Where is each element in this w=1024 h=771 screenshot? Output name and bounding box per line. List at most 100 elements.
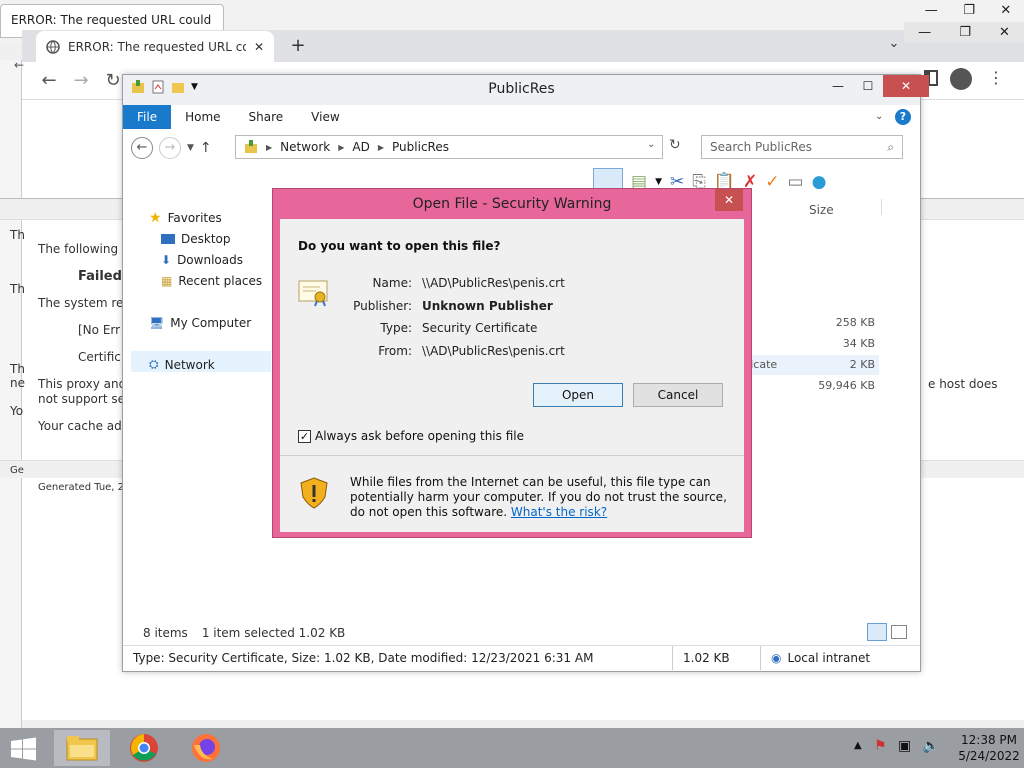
page-footer-text: Generated Tue, 24 xyxy=(38,482,131,493)
details-bar: Type: Security Certificate, Size: 1.02 K… xyxy=(123,645,920,670)
restore-icon[interactable]: ❐ xyxy=(963,3,975,18)
minimize-icon[interactable]: — xyxy=(823,75,853,97)
explorer-titlebar: PublicRes ▼ — ☐ ✕ xyxy=(123,75,929,105)
minimize-icon[interactable]: — xyxy=(918,25,931,40)
details-text: Type: Security Certificate, Size: 1.02 K… xyxy=(123,645,673,670)
globe-icon[interactable]: ● xyxy=(812,172,827,192)
show-hidden-icons-icon[interactable]: ▲ xyxy=(854,740,862,751)
tab-title: ERROR: The requested URL could xyxy=(68,39,246,54)
download-folder-icon: ⬇ xyxy=(161,252,172,267)
details-view-icon[interactable] xyxy=(867,623,887,641)
help-icon[interactable]: ? xyxy=(895,109,911,125)
dialog-question: Do you want to open this file? xyxy=(298,239,501,253)
windows-logo-icon xyxy=(11,737,36,761)
taskbar-file-explorer[interactable] xyxy=(54,730,110,766)
nav-favorites[interactable]: ★ Favorites xyxy=(149,207,222,228)
nav-desktop[interactable]: Desktop xyxy=(161,228,231,249)
maximize-icon[interactable]: ☐ xyxy=(853,75,883,97)
breadcrumb-network[interactable]: Network xyxy=(280,140,330,154)
forward-icon[interactable]: → xyxy=(159,137,181,159)
whats-the-risk-link[interactable]: What's the risk? xyxy=(511,505,607,519)
minimize-icon[interactable]: — xyxy=(925,3,938,18)
dialog-title: Open File - Security Warning xyxy=(412,196,612,212)
file-size: 34 KB xyxy=(842,337,875,350)
tab-search-chevron-icon[interactable]: ⌄ xyxy=(884,36,904,56)
system-tray: ▲ ⚑ ▣ 🔈 12:38 PM 5/24/2022 xyxy=(848,728,1024,768)
action-center-flag-icon[interactable]: ⚑ xyxy=(874,738,887,754)
tab-view[interactable]: View xyxy=(297,105,353,129)
chrome-icon xyxy=(130,734,158,762)
breadcrumb-publicres[interactable]: PublicRes xyxy=(392,140,449,154)
file-size: 2 KB xyxy=(849,358,875,371)
taskbar-firefox[interactable] xyxy=(178,730,234,766)
page-text: e host does xyxy=(928,377,998,391)
qat-dropdown-icon[interactable]: ▼ xyxy=(191,82,198,92)
computer-icon: 🖥 xyxy=(149,315,165,330)
dialog-separator xyxy=(280,455,744,456)
address-bar[interactable]: ▶ Network ▶ AD ▶ PublicRes xyxy=(235,135,663,159)
address-dropdown-icon[interactable]: ⌄ xyxy=(647,139,655,150)
nav-my-computer[interactable]: 🖥 My Computer xyxy=(149,312,251,333)
profile-avatar-icon[interactable] xyxy=(950,68,972,90)
item-count: 8 items xyxy=(143,626,188,640)
close-icon[interactable]: ✕ xyxy=(999,25,1010,40)
page-text: [No Err xyxy=(78,323,121,337)
large-icons-view-icon[interactable] xyxy=(891,625,907,639)
publisher-value: Unknown Publisher xyxy=(422,299,553,313)
network-icon: ⛭ xyxy=(149,357,159,371)
recent-places-icon: ▦ xyxy=(161,273,173,288)
restore-icon[interactable]: ❐ xyxy=(959,25,971,40)
taskbar-chrome[interactable] xyxy=(116,730,172,766)
selection-info: 1 item selected 1.02 KB xyxy=(201,626,346,640)
search-input[interactable]: Search PublicRes ⌕ xyxy=(701,135,903,159)
properties-icon[interactable] xyxy=(151,80,165,94)
nav-recent-places[interactable]: ▦ Recent places xyxy=(161,270,262,291)
checkmark-icon[interactable]: ✓ xyxy=(765,172,779,192)
close-icon[interactable]: ✕ xyxy=(1000,3,1011,18)
breadcrumb-ad[interactable]: AD xyxy=(352,140,369,154)
quick-access-toolbar: ▼ xyxy=(131,80,198,94)
rename-icon[interactable]: ▭ xyxy=(788,172,804,192)
open-button[interactable]: Open xyxy=(533,383,623,407)
back-arrow-icon[interactable]: ← xyxy=(36,68,62,94)
new-tab-icon[interactable]: + xyxy=(286,34,310,58)
navigation-pane: ★ Favorites Desktop ⬇ Downloads ▦ Recent pl… xyxy=(131,205,271,455)
clock[interactable]: 12:38 PM 5/24/2022 xyxy=(958,732,1020,764)
refresh-icon[interactable]: ↻ xyxy=(669,137,681,153)
menu-kebab-icon[interactable]: ⋮ xyxy=(988,68,1004,87)
forward-arrow-icon[interactable]: → xyxy=(68,68,94,94)
volume-muted-icon[interactable]: 🔈 xyxy=(922,738,939,754)
ribbon-expand-icon[interactable]: ⌄ xyxy=(875,111,883,122)
network-folder-icon[interactable] xyxy=(131,80,145,94)
ribbon-tabs: File Home Share View xyxy=(123,105,920,129)
tab-close-icon[interactable]: ✕ xyxy=(254,40,264,54)
dropdown-icon[interactable]: ▼ xyxy=(655,177,662,187)
explorer-title: PublicRes xyxy=(488,81,555,97)
always-ask-checkbox[interactable]: ✓ xyxy=(298,429,311,443)
checkbox-label[interactable]: Always ask before opening this file xyxy=(315,429,524,443)
page-text: This proxy and xyxy=(38,377,127,391)
recent-locations-icon[interactable]: ▼ xyxy=(187,143,194,153)
tab-file[interactable]: File xyxy=(123,105,172,129)
cancel-button[interactable]: Cancel xyxy=(633,383,723,407)
page-text: Th xyxy=(10,228,25,242)
start-button[interactable] xyxy=(0,728,48,768)
network-tray-icon[interactable]: ▣ xyxy=(898,738,911,754)
search-icon: ⌕ xyxy=(887,140,894,154)
network-location-icon xyxy=(245,140,257,153)
chrome-window-controls: — ❐ ✕ xyxy=(904,22,1024,42)
up-arrow-icon[interactable]: ↑ xyxy=(200,140,212,156)
always-ask-checkbox-row[interactable]: ✓ Always ask before opening this file xyxy=(298,429,524,443)
chrome-active-tab[interactable]: ERROR: The requested URL could ✕ xyxy=(36,31,274,62)
tab-share[interactable]: Share xyxy=(235,105,298,129)
close-icon[interactable]: ✕ xyxy=(883,75,929,97)
nav-network[interactable]: ⛭ Network xyxy=(149,354,215,375)
new-folder-icon[interactable] xyxy=(171,80,185,94)
warning-text: While files from the Internet can be use… xyxy=(350,475,727,519)
page-text: Your cache ad xyxy=(38,419,122,433)
back-icon[interactable]: ← xyxy=(131,137,153,159)
column-header-size[interactable]: Size xyxy=(809,203,834,217)
nav-downloads[interactable]: ⬇ Downloads xyxy=(161,249,243,270)
close-icon[interactable]: ✕ xyxy=(715,189,743,211)
tab-home[interactable]: Home xyxy=(171,105,234,129)
